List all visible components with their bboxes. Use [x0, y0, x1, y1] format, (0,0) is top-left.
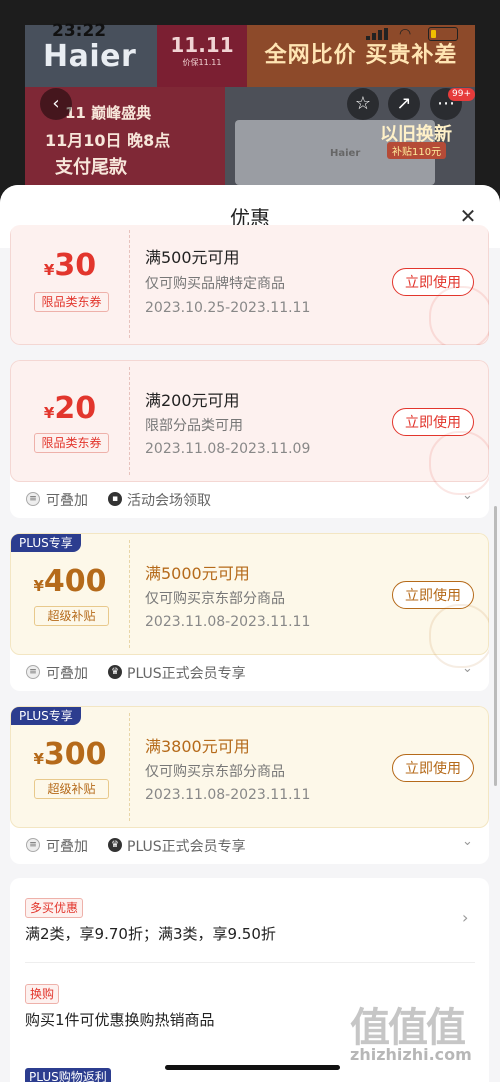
coupon-amount: ¥300: [33, 737, 107, 772]
event-small-text: 价保11.11: [182, 58, 222, 67]
subsidy-text: 补贴110元: [387, 142, 447, 159]
coupon-tag: 限品类东券: [34, 292, 109, 312]
coupon-title: 满3800元可用: [145, 737, 250, 756]
claimed-stamp: [429, 286, 489, 345]
event-badge: 11.11 价保11.11: [157, 25, 247, 87]
divider: [25, 962, 475, 963]
watermark-site: zhizhizhi.com: [350, 1045, 472, 1064]
coupon-tag: 超级补贴: [34, 606, 109, 626]
coupon: ¥30 限品类东券 满500元可用 仅可购买品牌特定商品 2023.10.25-…: [10, 225, 489, 345]
back-icon[interactable]: ‹: [40, 88, 72, 120]
coupon-amount: ¥20: [43, 391, 97, 426]
coupon-amount: ¥400: [33, 564, 107, 599]
event-big-text: 11.11: [170, 33, 234, 57]
coupon: PLUS专享 ¥400 超级补贴 满5000元可用 仅可购买京东部分商品 202…: [10, 533, 489, 668]
status-icons: ◠: [366, 26, 466, 42]
stackable-text: 可叠加: [46, 493, 88, 509]
home-indicator[interactable]: [165, 1065, 340, 1070]
coupon-divider: [129, 540, 130, 648]
coupon-tag: 限品类东券: [34, 433, 109, 453]
stackable-icon: ≡: [26, 665, 40, 679]
promotion-tag: PLUS购物返利: [25, 1068, 111, 1082]
chevron-down-icon[interactable]: ⌄: [462, 488, 473, 503]
coupon-title: 满5000元可用: [145, 564, 250, 583]
coupon-divider: [129, 367, 130, 475]
coupon-desc: 限部分品类可用: [145, 418, 243, 434]
coupon-footer[interactable]: ≡ 可叠加 ▪ 活动会场领取 ⌄: [10, 482, 489, 516]
coupon-date: 2023.11.08-2023.11.11: [145, 787, 311, 803]
status-time: 23:22: [52, 21, 107, 41]
chevron-down-icon[interactable]: ⌄: [462, 834, 473, 849]
promotion-tag: 多买优惠: [25, 898, 84, 918]
scrollbar[interactable]: [494, 506, 497, 786]
chevron-right-icon[interactable]: ›: [462, 908, 468, 927]
coupon-date: 2023.11.08-2023.11.11: [145, 614, 311, 630]
promotion-tag: 换购: [25, 984, 60, 1004]
signal-icon: [366, 28, 388, 40]
coupon-title: 满200元可用: [145, 391, 240, 410]
message-badge: 99+: [448, 88, 475, 101]
coupon-card: ¥20 限品类东券 满200元可用 限部分品类可用 2023.11.08-202…: [10, 360, 489, 518]
coupon-desc: 仅可购买京东部分商品: [145, 591, 285, 607]
crown-icon: ♛: [108, 838, 122, 852]
coupon-divider: [129, 713, 130, 821]
date-text: 11月10日 晚8点: [45, 131, 171, 150]
coupon: PLUS专享 ¥300 超级补贴 满3800元可用 仅可购买京东部分商品 202…: [10, 706, 489, 828]
use-now-button[interactable]: 立即使用: [392, 754, 474, 782]
coupon-tag: 超级补贴: [34, 779, 109, 799]
stackable-text: 可叠加: [46, 839, 88, 855]
source-text: PLUS正式会员专享: [127, 666, 246, 682]
discount-sheet: 优惠 ✕ ¥30 限品类东券 满500元可用 仅可购买品牌特定商品 2023.1…: [0, 185, 500, 1082]
chevron-down-icon[interactable]: ⌄: [462, 661, 473, 676]
peak-text: 11 巅峰盛典: [65, 104, 152, 122]
stackable-icon: ≡: [26, 492, 40, 506]
source-text: PLUS正式会员专享: [127, 839, 246, 855]
coupon-desc: 仅可购买京东部分商品: [145, 764, 285, 780]
source-text: 活动会场领取: [127, 493, 211, 509]
close-icon[interactable]: ✕: [458, 205, 478, 227]
favorite-icon[interactable]: ☆: [347, 88, 379, 120]
wifi-icon: ◠: [399, 26, 412, 42]
venue-icon: ▪: [108, 492, 122, 506]
coupon-card: PLUS专享 ¥300 超级补贴 满3800元可用 仅可购买京东部分商品 202…: [10, 706, 489, 864]
haier-logo: Haier: [43, 39, 137, 74]
coupon-divider: [129, 230, 130, 338]
heater-label: Haier: [330, 148, 361, 159]
coupon-date: 2023.10.25-2023.11.11: [145, 300, 311, 316]
plus-badge: PLUS专享: [11, 534, 81, 552]
share-icon[interactable]: ↗: [388, 88, 420, 120]
coupon-card: PLUS专享 ¥400 超级补贴 满5000元可用 仅可购买京东部分商品 202…: [10, 533, 489, 691]
stackable-text: 可叠加: [46, 666, 88, 682]
battery-icon: [428, 27, 458, 41]
coupon-title: 满500元可用: [145, 248, 240, 267]
pay-text: 支付尾款: [55, 157, 127, 178]
crown-icon: ♛: [108, 665, 122, 679]
promotion-text: 满2类，享9.70折；满3类，享9.50折: [25, 925, 276, 943]
plus-badge: PLUS专享: [11, 707, 81, 725]
coupon-desc: 仅可购买品牌特定商品: [145, 276, 285, 292]
coupon-amount: ¥30: [43, 248, 97, 283]
coupon: ¥20 限品类东券 满200元可用 限部分品类可用 2023.11.08-202…: [10, 360, 489, 495]
coupon-footer[interactable]: ≡ 可叠加 ♛ PLUS正式会员专享 ⌄: [10, 655, 489, 689]
promotion-text: 购买1件可优惠换购热销商品: [25, 1011, 215, 1029]
coupon-card: ¥30 限品类东券 满500元可用 仅可购买品牌特定商品 2023.10.25-…: [10, 225, 489, 345]
coupon-date: 2023.11.08-2023.11.09: [145, 441, 311, 457]
coupon-footer[interactable]: ≡ 可叠加 ♛ PLUS正式会员专享 ⌄: [10, 828, 489, 862]
stackable-icon: ≡: [26, 838, 40, 852]
